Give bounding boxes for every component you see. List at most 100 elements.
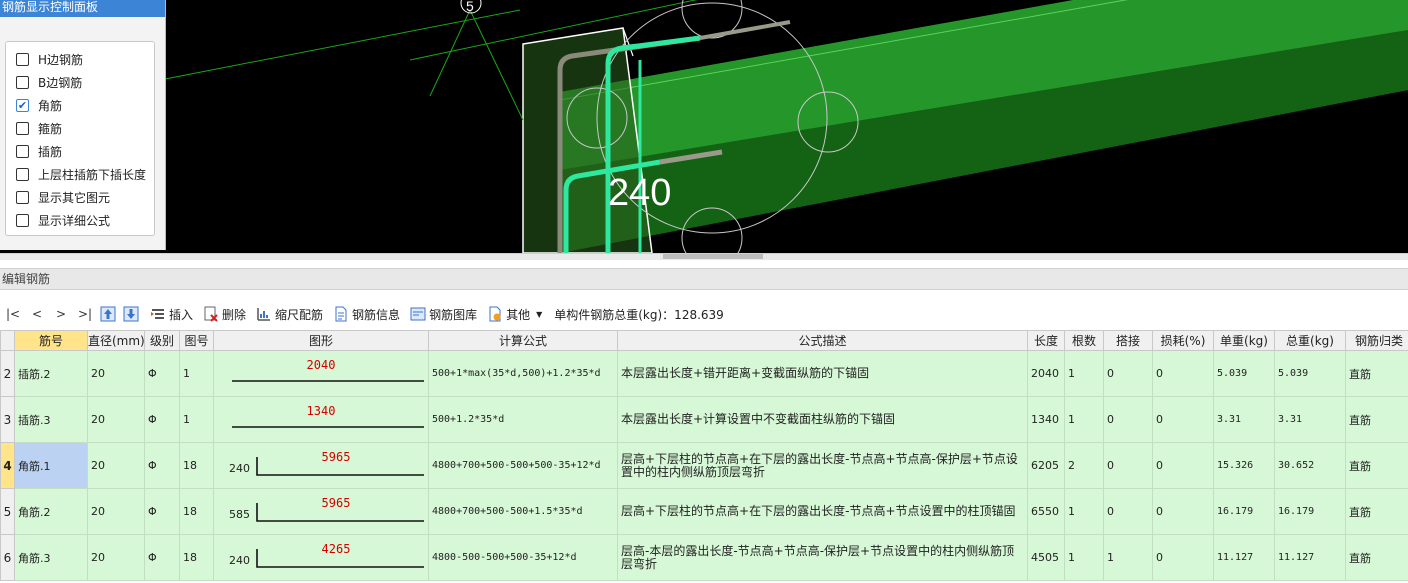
row-number[interactable]: 5: [0, 488, 15, 535]
option-checkbox[interactable]: [16, 121, 29, 135]
unit-weight-cell[interactable]: 5.039: [1213, 350, 1275, 397]
table-row[interactable]: 6 角筋.3 20 Φ 18 240 4265 4800-500-500+500-35+12*…: [0, 534, 1408, 581]
loss-cell[interactable]: 0: [1152, 396, 1214, 443]
column-header[interactable]: 公式描述: [617, 330, 1028, 351]
unit-weight-cell[interactable]: 11.127: [1213, 534, 1275, 581]
loss-cell[interactable]: 0: [1152, 534, 1214, 581]
description-cell[interactable]: 本层露出长度+计算设置中不变截面柱纵筋的下锚固: [617, 396, 1028, 443]
figure-number-cell[interactable]: 18: [179, 534, 214, 581]
grade-cell[interactable]: Φ: [144, 534, 180, 581]
option-row[interactable]: 插筋: [16, 142, 62, 160]
category-cell[interactable]: 直筋: [1345, 534, 1408, 581]
column-header[interactable]: 长度: [1027, 330, 1065, 351]
description-cell[interactable]: 层高-本层的露出长度-节点高+节点高-保护层+节点设置中的柱内侧纵筋顶层弯折: [617, 534, 1028, 581]
figure-number-cell[interactable]: 1: [179, 396, 214, 443]
category-cell[interactable]: 直筋: [1345, 350, 1408, 397]
length-cell[interactable]: 4505: [1027, 534, 1065, 581]
row-number[interactable]: 4: [0, 442, 15, 489]
column-header[interactable]: 单重(kg): [1213, 330, 1275, 351]
option-checkbox[interactable]: [16, 75, 29, 89]
total-weight-cell[interactable]: 3.31: [1274, 396, 1346, 443]
row-number[interactable]: 6: [0, 534, 15, 581]
rebar-name-cell[interactable]: 角筋.1: [14, 442, 88, 489]
unit-weight-cell[interactable]: 15.326: [1213, 442, 1275, 489]
option-row[interactable]: 上层柱插筋下插长度: [16, 165, 146, 183]
count-cell[interactable]: 1: [1064, 488, 1104, 535]
diameter-cell[interactable]: 20: [87, 488, 145, 535]
diameter-cell[interactable]: 20: [87, 442, 145, 489]
lap-cell[interactable]: 1: [1103, 534, 1153, 581]
column-header[interactable]: 级别: [144, 330, 180, 351]
shape-cell[interactable]: 1340: [213, 396, 429, 443]
grade-cell[interactable]: Φ: [144, 442, 180, 489]
row-number[interactable]: 3: [0, 396, 15, 443]
option-checkbox[interactable]: [16, 52, 29, 66]
nav-first-button[interactable]: |<: [4, 303, 22, 325]
option-checkbox[interactable]: ✔: [16, 98, 29, 112]
option-checkbox[interactable]: [16, 213, 29, 227]
option-row[interactable]: H边钢筋: [16, 50, 83, 68]
splitter-grip[interactable]: [663, 254, 763, 259]
shape-cell[interactable]: 2040: [213, 350, 429, 397]
diameter-cell[interactable]: 20: [87, 350, 145, 397]
description-cell[interactable]: 层高+下层柱的节点高+在下层的露出长度-节点高+节点高-保护层+节点设置中的柱内…: [617, 442, 1028, 489]
column-header[interactable]: 根数: [1064, 330, 1104, 351]
insert-button[interactable]: 插入: [150, 303, 193, 325]
row-number[interactable]: 2: [0, 350, 15, 397]
diameter-cell[interactable]: 20: [87, 396, 145, 443]
figure-number-cell[interactable]: 18: [179, 442, 214, 489]
rebar-3d-viewport[interactable]: 5 240 钢筋显示控制面板 H边钢筋 B边钢筋 ✔ 角筋 箍筋 插筋 上层柱插筋下插长度显…: [0, 0, 1408, 253]
lap-cell[interactable]: 0: [1103, 488, 1153, 535]
description-cell[interactable]: 本层露出长度+错开距离+变截面纵筋的下锚固: [617, 350, 1028, 397]
option-checkbox[interactable]: [16, 190, 29, 204]
column-header[interactable]: 总重(kg): [1274, 330, 1346, 351]
scale-rebar-button[interactable]: 缩尺配筋: [256, 303, 323, 325]
figure-number-cell[interactable]: 18: [179, 488, 214, 535]
option-row[interactable]: 显示详细公式: [16, 211, 110, 229]
column-header[interactable]: 损耗(%): [1152, 330, 1214, 351]
column-header[interactable]: 计算公式: [428, 330, 618, 351]
option-row[interactable]: 显示其它图元: [16, 188, 110, 206]
unit-weight-cell[interactable]: 3.31: [1213, 396, 1275, 443]
column-header[interactable]: 筋号: [14, 330, 88, 351]
loss-cell[interactable]: 0: [1152, 350, 1214, 397]
option-row[interactable]: 箍筋: [16, 119, 62, 137]
table-row[interactable]: 3 插筋.3 20 Φ 1 1340 500+1.2*35*d 本层露出长度+计算设置中不变截…: [0, 396, 1408, 443]
move-up-button[interactable]: [100, 303, 119, 325]
table-row[interactable]: 2 插筋.2 20 Φ 1 2040 500+1*max(35*d,500)+1.2*35*…: [0, 350, 1408, 397]
grade-cell[interactable]: Φ: [144, 396, 180, 443]
rebar-name-cell[interactable]: 角筋.3: [14, 534, 88, 581]
unit-weight-cell[interactable]: 16.179: [1213, 488, 1275, 535]
delete-button[interactable]: 删除: [203, 303, 246, 325]
rebar-name-cell[interactable]: 插筋.2: [14, 350, 88, 397]
count-cell[interactable]: 1: [1064, 350, 1104, 397]
count-cell[interactable]: 2: [1064, 442, 1104, 489]
nav-prev-button[interactable]: <: [28, 303, 46, 325]
column-header[interactable]: 搭接: [1103, 330, 1153, 351]
column-header[interactable]: 图形: [213, 330, 429, 351]
nav-last-button[interactable]: >|: [76, 303, 94, 325]
splitter-bar[interactable]: [0, 253, 1408, 260]
lap-cell[interactable]: 0: [1103, 442, 1153, 489]
figure-number-cell[interactable]: 1: [179, 350, 214, 397]
total-weight-cell[interactable]: 5.039: [1274, 350, 1346, 397]
lap-cell[interactable]: 0: [1103, 350, 1153, 397]
length-cell[interactable]: 2040: [1027, 350, 1065, 397]
formula-cell[interactable]: 4800-500-500+500-35+12*d: [428, 534, 618, 581]
column-header[interactable]: 图号: [179, 330, 214, 351]
category-cell[interactable]: 直筋: [1345, 442, 1408, 489]
other-menu-button[interactable]: 其他 ▼: [487, 303, 542, 325]
total-weight-cell[interactable]: 16.179: [1274, 488, 1346, 535]
shape-cell[interactable]: 240 5965: [213, 442, 429, 489]
column-header[interactable]: 直径(mm): [87, 330, 145, 351]
option-checkbox[interactable]: [16, 144, 29, 158]
rebar-info-button[interactable]: 钢筋信息: [333, 303, 400, 325]
option-checkbox[interactable]: [16, 167, 29, 181]
loss-cell[interactable]: 0: [1152, 488, 1214, 535]
total-weight-cell[interactable]: 30.652: [1274, 442, 1346, 489]
grade-cell[interactable]: Φ: [144, 350, 180, 397]
shape-cell[interactable]: 585 5965: [213, 488, 429, 535]
diameter-cell[interactable]: 20: [87, 534, 145, 581]
table-row[interactable]: 4 角筋.1 20 Φ 18 240 5965 4800+700+500-500+500-35…: [0, 442, 1408, 489]
formula-cell[interactable]: 500+1.2*35*d: [428, 396, 618, 443]
